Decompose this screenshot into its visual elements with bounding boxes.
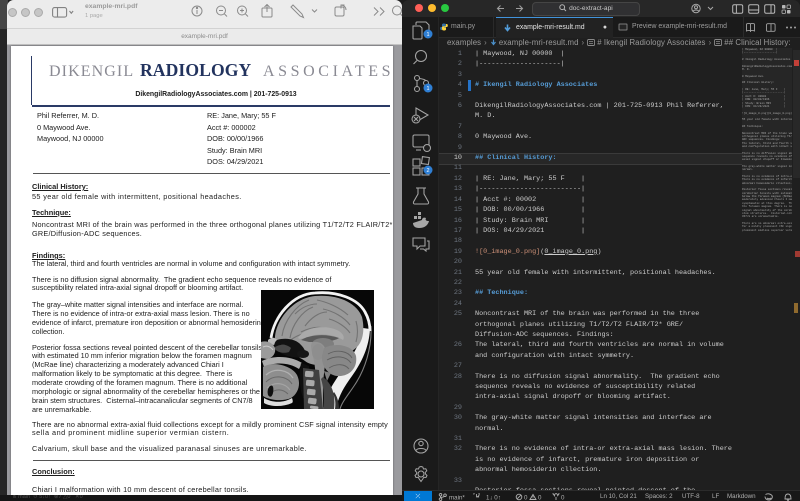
svg-text:1↓ 0↑: 1↓ 0↑	[486, 495, 501, 501]
svg-text:2: 2	[426, 168, 429, 174]
svg-text:main*: main*	[449, 495, 465, 501]
svg-text:0: 0	[561, 495, 565, 501]
svg-text:0: 0	[538, 495, 542, 501]
svg-text:1: 1	[426, 32, 429, 38]
svg-text:0: 0	[524, 495, 528, 501]
svg-text:1: 1	[426, 86, 429, 92]
